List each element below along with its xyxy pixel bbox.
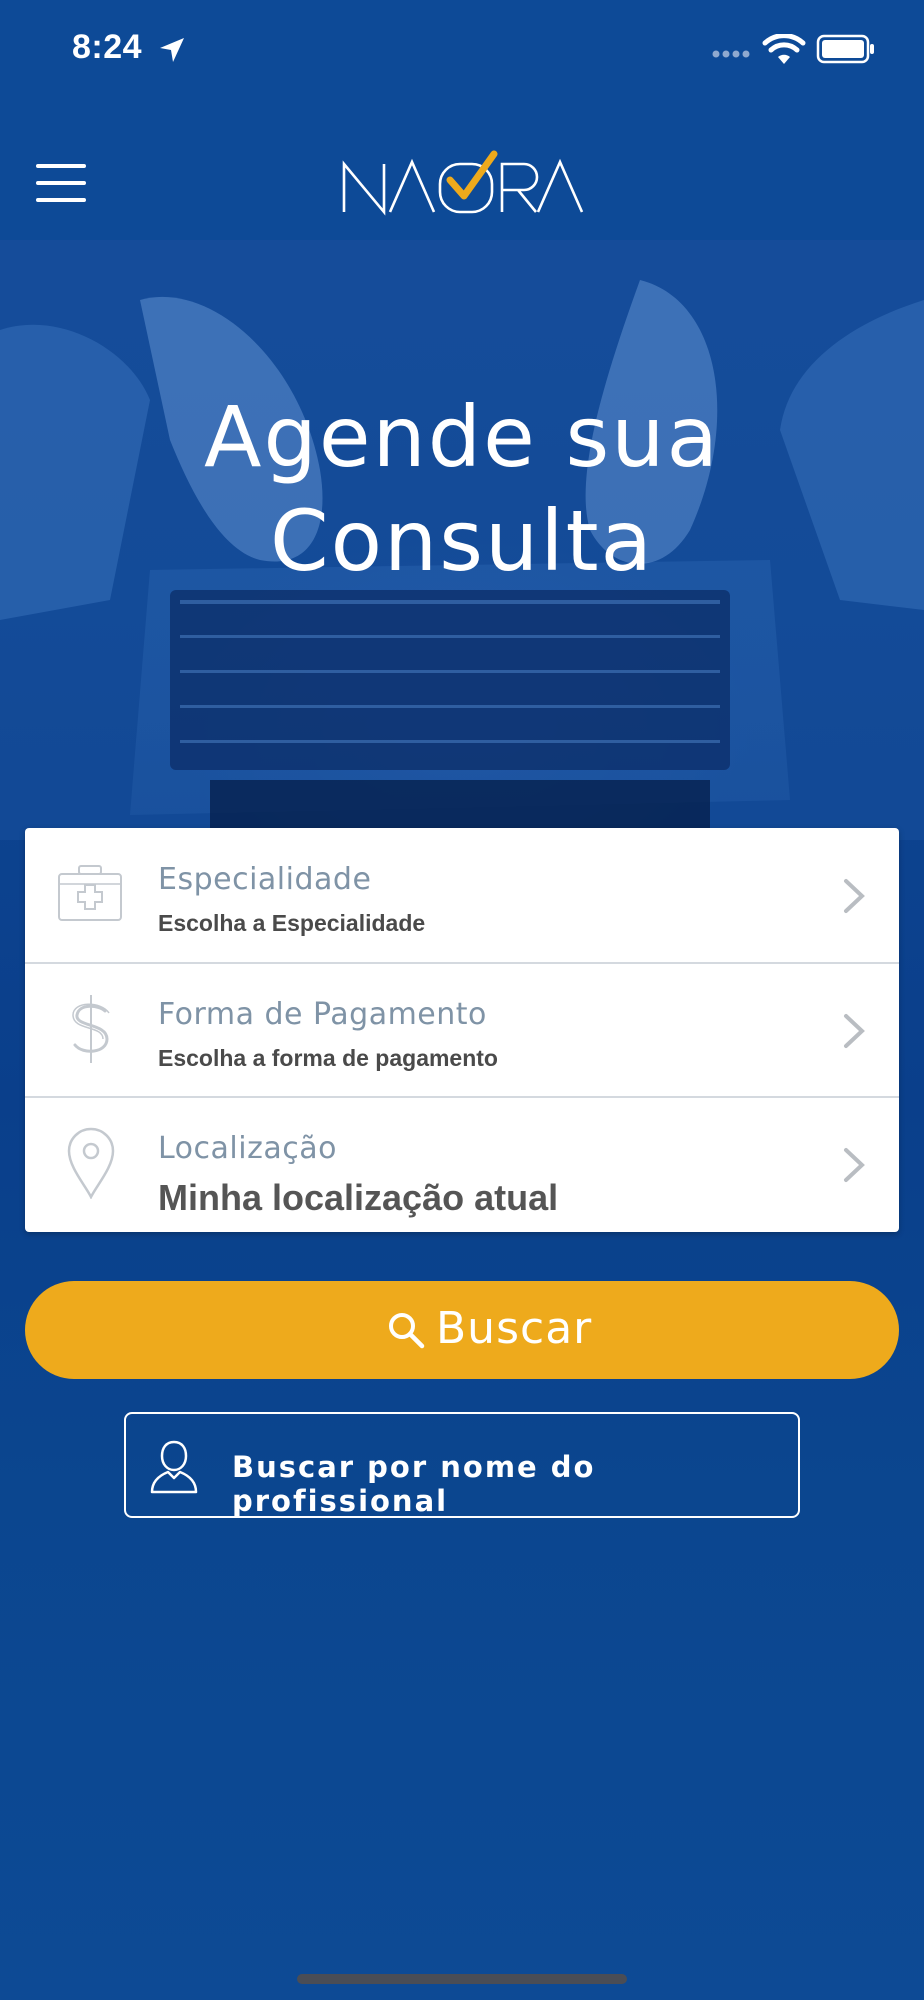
chevron-right-icon	[844, 1148, 865, 1182]
location-selector[interactable]: Localização Minha localização atual	[25, 1097, 899, 1231]
dollar-icon	[72, 995, 110, 1063]
search-button-label: Buscar	[436, 1303, 593, 1354]
payment-method-selector[interactable]: Forma de Pagamento Escolha a forma de pa…	[25, 963, 899, 1097]
search-by-professional-label: Buscar por nome do profissional	[232, 1450, 596, 1518]
location-arrow-icon	[160, 38, 184, 62]
status-bar: 8:24	[0, 0, 924, 100]
specialty-value: Escolha a Especialidade	[158, 910, 426, 936]
location-value: Minha localização atual	[158, 1177, 559, 1218]
battery-icon	[816, 34, 874, 64]
chevron-right-icon	[844, 1014, 865, 1048]
person-icon	[150, 1440, 198, 1494]
search-button[interactable]: Buscar	[25, 1281, 899, 1379]
signal-dots-icon	[712, 50, 750, 58]
hero-title-line1: Agende sua	[204, 388, 720, 486]
hero-title: Agende sua Consulta	[0, 385, 924, 593]
location-pin-icon	[67, 1127, 115, 1199]
wifi-icon	[762, 34, 806, 64]
medical-kit-icon	[58, 865, 122, 921]
app-screen: 8:24 Agende sua Consulta Especialidade E…	[0, 0, 924, 2000]
payment-value: Escolha a forma de pagamento	[158, 1045, 498, 1071]
search-by-professional-button[interactable]: Buscar por nome do profissional	[124, 1412, 800, 1518]
naora-logo	[342, 150, 584, 216]
home-indicator[interactable]	[297, 1974, 627, 1984]
specialty-selector[interactable]: Especialidade Escolha a Especialidade	[25, 828, 899, 962]
hamburger-menu-icon[interactable]	[36, 164, 86, 202]
payment-label: Forma de Pagamento	[158, 997, 487, 1032]
top-navbar	[0, 100, 924, 240]
chevron-right-icon	[844, 879, 865, 913]
specialty-label: Especialidade	[158, 862, 372, 897]
search-form-card: Especialidade Escolha a Especialidade Fo…	[25, 828, 899, 1232]
hero-title-line2: Consulta	[269, 492, 655, 590]
search-icon	[389, 1313, 425, 1349]
location-label: Localização	[158, 1131, 337, 1166]
status-time: 8:24	[72, 28, 143, 66]
